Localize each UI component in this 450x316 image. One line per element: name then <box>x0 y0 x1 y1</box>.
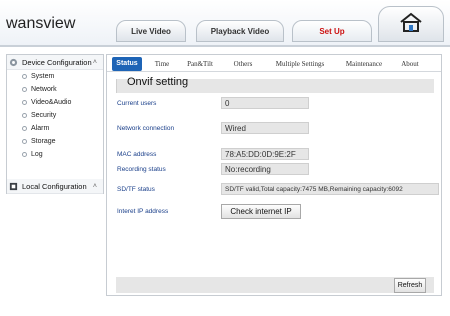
sidebar-item-alarm[interactable]: Alarm <box>7 122 103 135</box>
sidebar-item-security[interactable]: Security <box>7 109 103 122</box>
value-mac-address: 78:A5:DD:0D:9E:2F <box>221 148 309 160</box>
sidebar-device-config-label: Device Configuration <box>22 57 92 67</box>
value-sd-tf-status: SD/TF valid,Total capacity:7475 MB,Remai… <box>221 183 439 195</box>
settings-tabs: Status Time Pan&Tilt Others Multiple Set… <box>107 55 441 72</box>
local-config-icon <box>9 182 18 191</box>
home-icon <box>399 12 423 37</box>
refresh-button[interactable]: Refresh <box>394 278 426 293</box>
bullet-icon <box>22 152 27 157</box>
sidebar-item-network[interactable]: Network <box>7 83 103 96</box>
nav-tab-setup[interactable]: Set Up <box>292 20 372 42</box>
tab-about[interactable]: About <box>397 57 423 71</box>
sidebar-item-label: Log <box>31 151 43 158</box>
sidebar-item-log[interactable]: Log <box>7 148 103 161</box>
label-current-users: Current users <box>117 100 157 107</box>
tab-time[interactable]: Time <box>151 57 173 71</box>
nav-tab-playback-video[interactable]: Playback Video <box>196 20 284 42</box>
sidebar-item-video-audio[interactable]: Video&Audio <box>7 96 103 109</box>
nav-tab-live-video[interactable]: Live Video <box>116 20 186 42</box>
bullet-icon <box>22 87 27 92</box>
top-divider <box>0 45 450 47</box>
bullet-icon <box>22 113 27 118</box>
tab-maintenance[interactable]: Maintenance <box>341 57 387 71</box>
tab-multiple-settings[interactable]: Multiple Settings <box>269 57 331 71</box>
brand-logo: wansview <box>6 10 75 38</box>
tab-pan-tilt[interactable]: Pan&Tilt <box>183 57 217 71</box>
sidebar-item-label: Video&Audio <box>31 99 72 106</box>
sidebar-item-label: Storage <box>31 138 56 145</box>
sidebar-local-config-label: Local Configuration <box>22 181 87 191</box>
label-sd-tf-status: SD/TF status <box>117 186 155 193</box>
sidebar-item-label: System <box>31 73 55 80</box>
home-button[interactable] <box>378 6 444 42</box>
label-recording-status: Recording status <box>117 166 166 173</box>
section-title: Onvif setting <box>127 76 189 88</box>
sidebar-item-label: Network <box>31 86 57 93</box>
label-network-connection: Network connection <box>117 125 175 132</box>
bullet-icon <box>22 74 27 79</box>
sidebar-local-configuration[interactable]: Local Configuration ˄ <box>7 179 103 194</box>
section-header: Onvif setting <box>116 76 434 93</box>
chevron-up-icon: ˄ <box>92 58 97 66</box>
bullet-icon <box>22 139 27 144</box>
value-network-connection: Wired <box>221 122 309 134</box>
value-recording-status: No:recording <box>221 163 309 175</box>
tab-others[interactable]: Others <box>229 57 257 71</box>
sidebar-item-label: Alarm <box>31 125 50 132</box>
gear-icon <box>9 58 18 67</box>
logo-text-right: view <box>43 15 76 32</box>
logo-text-left: wans <box>6 15 44 32</box>
label-mac-address: MAC address <box>117 151 157 158</box>
sidebar-item-label: Security <box>31 112 57 119</box>
main-panel: Status Time Pan&Tilt Others Multiple Set… <box>106 54 442 296</box>
app-window: wansview Live Video Playback Video Set U… <box>0 0 450 316</box>
sidebar-item-system[interactable]: System <box>7 70 103 83</box>
sidebar: Device Configuration ˄ System Network Vi… <box>6 54 104 194</box>
panel-footer: Refresh <box>116 277 434 293</box>
bullet-icon <box>22 100 27 105</box>
label-internet-ip: Interet IP address <box>117 208 169 215</box>
bullet-icon <box>22 126 27 131</box>
value-current-users: 0 <box>221 97 309 109</box>
tab-status[interactable]: Status <box>112 57 142 71</box>
sidebar-device-configuration[interactable]: Device Configuration ˄ <box>7 55 103 70</box>
top-bar: wansview Live Video Playback Video Set U… <box>0 0 450 46</box>
check-internet-ip-button[interactable]: Check internet IP <box>221 204 301 219</box>
sidebar-item-storage[interactable]: Storage <box>7 135 103 148</box>
chevron-up-icon: ˄ <box>92 182 97 190</box>
